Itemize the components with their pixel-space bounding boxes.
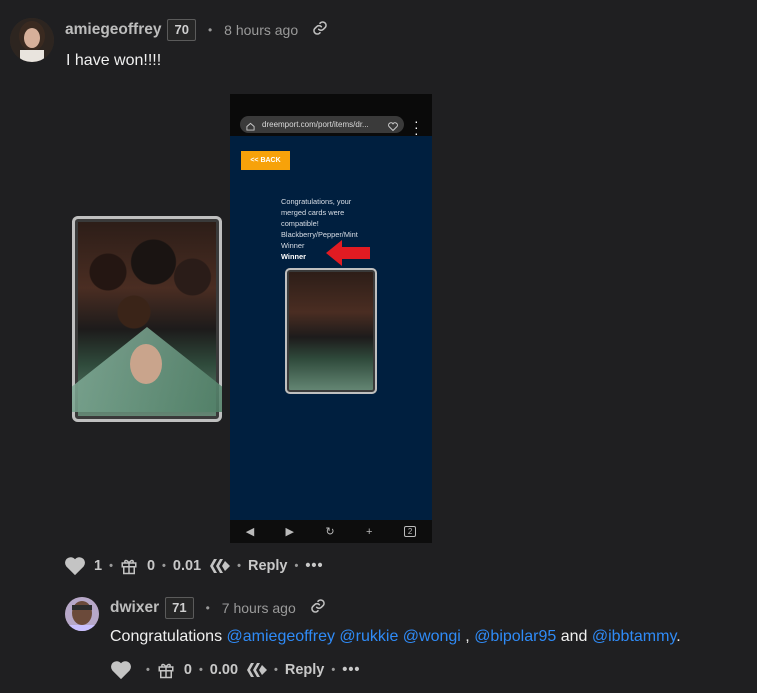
link-icon[interactable] <box>312 20 328 41</box>
gift-button[interactable] <box>120 557 138 575</box>
phone-nav-bar: ◀ ▶ ↻ + 2 <box>230 520 432 543</box>
nav-back-icon: ◀ <box>245 526 255 538</box>
card-image[interactable] <box>72 216 222 422</box>
reply-author-avatar[interactable] <box>65 597 99 631</box>
reputation-badge: 70 <box>167 19 196 41</box>
red-arrow-icon <box>326 240 370 266</box>
separator-dot: • <box>198 664 203 676</box>
mini-card-image <box>285 268 377 394</box>
payout-value[interactable]: 0.01 <box>173 558 201 574</box>
upvote-button[interactable] <box>64 556 86 576</box>
separator-dot: • <box>294 560 299 572</box>
card-artwork-face <box>130 344 162 384</box>
nav-forward-icon: ▶ <box>285 526 295 538</box>
reply-button[interactable]: Reply <box>248 558 288 574</box>
tabs-count: 2 <box>403 526 417 537</box>
card-artwork <box>82 232 212 332</box>
comment-header: amiegeoffrey 70 • 8 hours ago <box>65 19 328 41</box>
separator-dot: • <box>207 23 213 37</box>
gift-count: 0 <box>183 662 192 678</box>
reply-reputation-badge: 71 <box>165 597 194 619</box>
separator-dot: • <box>274 664 278 676</box>
more-options-button[interactable]: ••• <box>342 662 360 678</box>
reply-text-comma: , <box>460 628 475 645</box>
plus-icon: + <box>366 525 373 538</box>
mention-link[interactable]: @ibbtammy <box>592 628 676 645</box>
reply-header: dwixer 71 • 7 hours ago <box>110 597 326 619</box>
reply-actions: • 0 • 0.00 • Reply • ••• <box>110 660 360 680</box>
url-bar: dreemport.com/port/items/dr... <box>240 116 404 133</box>
more-options-button[interactable]: ••• <box>305 558 323 574</box>
reply-button[interactable]: Reply <box>285 662 325 678</box>
separator-dot: • <box>205 601 210 615</box>
payout-value[interactable]: 0.00 <box>210 662 238 678</box>
separator-dot: • <box>237 560 241 572</box>
reply-text-end: . <box>676 628 681 645</box>
separator-dot: • <box>109 560 113 572</box>
reload-icon: ↻ <box>325 526 335 538</box>
separator-dot: • <box>162 560 166 572</box>
hive-logo-icon <box>210 558 231 574</box>
heart-icon <box>111 661 131 680</box>
browser-bar: dreemport.com/port/items/dr... · · · <box>230 94 432 141</box>
timestamp[interactable]: 8 hours ago <box>224 22 298 38</box>
mention-link[interactable]: @bipolar95 <box>474 628 556 645</box>
author-avatar[interactable] <box>10 18 54 62</box>
mention-link[interactable]: @rukkie <box>339 628 398 645</box>
author-name[interactable]: amiegeoffrey <box>65 21 161 39</box>
link-icon[interactable] <box>310 598 326 619</box>
reply-text-prefix: Congratulations <box>110 628 227 645</box>
gift-count: 0 <box>146 558 156 574</box>
hive-logo-icon <box>247 662 268 678</box>
reply-body: Congratulations @amiegeoffrey @rukkie @w… <box>110 628 681 646</box>
home-icon <box>246 120 255 133</box>
screenshot-image[interactable]: dreemport.com/port/items/dr... · · · << BA… <box>230 94 432 543</box>
gift-button[interactable] <box>157 661 175 679</box>
separator-dot: • <box>331 664 336 676</box>
kebab-menu-icon: · · · <box>414 113 419 141</box>
comment-body: I have won!!!! <box>66 52 162 69</box>
gift-icon <box>158 663 174 679</box>
heart-icon <box>65 557 85 576</box>
reply-author-name[interactable]: dwixer <box>110 599 159 617</box>
url-text: dreemport.com/port/items/dr... <box>262 120 369 129</box>
reply-text-and: and <box>556 628 592 645</box>
upvote-button[interactable] <box>110 660 132 680</box>
comment-actions: 1 • 0 • 0.01 • Reply • ••• <box>64 556 324 576</box>
mention-link[interactable]: @amiegeoffrey <box>227 628 335 645</box>
result-bold: Winner <box>281 252 306 261</box>
gift-icon <box>121 559 137 575</box>
reply-timestamp[interactable]: 7 hours ago <box>222 600 296 616</box>
back-button: << BACK <box>241 151 290 170</box>
heart-outline-icon <box>388 120 398 133</box>
mention-link[interactable]: @wongi <box>403 628 461 645</box>
separator-dot: • <box>146 664 150 676</box>
vote-count[interactable]: 1 <box>94 558 102 574</box>
